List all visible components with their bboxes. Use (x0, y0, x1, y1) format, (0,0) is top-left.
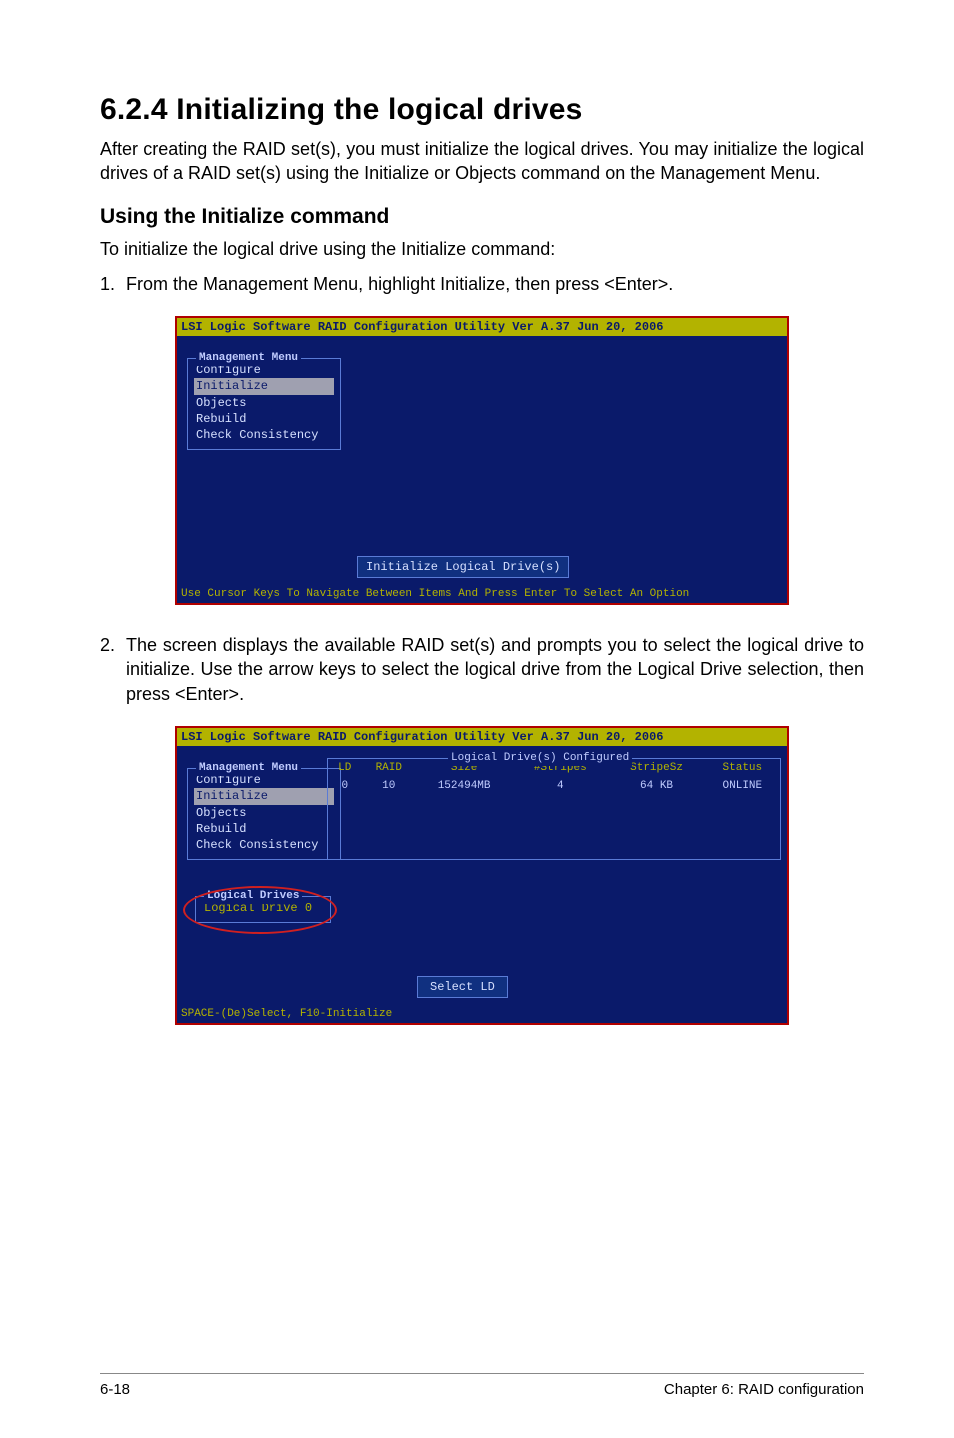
bios-screenshot-2: LSI Logic Software RAID Configuration Ut… (175, 726, 789, 1025)
bios2-td-stripes: 4 (512, 778, 608, 795)
bios2-td-status: ONLINE (705, 778, 780, 795)
bios2-item-check-consistency[interactable]: Check Consistency (194, 837, 334, 853)
bios1-item-objects[interactable]: Objects (194, 395, 334, 411)
bios2-table-legend: Logical Drive(s) Configured (448, 751, 632, 766)
step-1-number: 1. (100, 272, 126, 296)
bios1-management-menu: Management Menu Configure Initialize Obj… (187, 358, 341, 450)
bios2-td-ld: 0 (328, 778, 362, 795)
bios2-select-hint: Select LD (417, 976, 508, 998)
page-footer: 6-18 Chapter 6: RAID configuration (100, 1373, 864, 1400)
bios2-ld-table: Logical Drive(s) Configured LD RAID Size… (327, 758, 781, 860)
bios1-item-check-consistency[interactable]: Check Consistency (194, 427, 334, 443)
bios2-item-initialize[interactable]: Initialize (194, 788, 334, 804)
bios1-item-initialize[interactable]: Initialize (194, 378, 334, 394)
bios2-th-status: Status (705, 759, 780, 778)
bios2-td-stripesz: 64 KB (608, 778, 704, 795)
step-2-number: 2. (100, 633, 126, 706)
bios-screenshot-1: LSI Logic Software RAID Configuration Ut… (175, 316, 789, 605)
bios2-table-row[interactable]: 0 10 152494MB 4 64 KB ONLINE (328, 778, 780, 795)
bios2-td-raid: 10 (362, 778, 416, 795)
bios1-hint: Initialize Logical Drive(s) (357, 556, 569, 578)
bios1-menu-legend: Management Menu (196, 351, 301, 366)
bios2-item-objects[interactable]: Objects (194, 805, 334, 821)
bios1-footer: Use Cursor Keys To Navigate Between Item… (177, 586, 787, 603)
bios2-menu-legend: Management Menu (196, 761, 301, 776)
bios1-title: LSI Logic Software RAID Configuration Ut… (177, 318, 787, 336)
bios1-item-rebuild[interactable]: Rebuild (194, 411, 334, 427)
instruction-line: To initialize the logical drive using th… (100, 237, 864, 261)
step-2: 2. The screen displays the available RAI… (100, 633, 864, 706)
step-1: 1. From the Management Menu, highlight I… (100, 272, 864, 296)
step-1-text: From the Management Menu, highlight Init… (126, 272, 864, 296)
bios2-ld-legend: Logical Drives (204, 889, 302, 904)
bios2-th-raid: RAID (362, 759, 416, 778)
bios2-item-rebuild[interactable]: Rebuild (194, 821, 334, 837)
page-number: 6-18 (100, 1380, 130, 1400)
bios2-title: LSI Logic Software RAID Configuration Ut… (177, 728, 787, 746)
bios2-footer: SPACE-(De)Select, F10-Initialize (177, 1006, 787, 1023)
bios2-logical-drives-panel: Logical Drives Logical Drive 0 (195, 896, 331, 923)
section-title: 6.2.4 Initializing the logical drives (100, 90, 864, 131)
section-intro: After creating the RAID set(s), you must… (100, 137, 864, 186)
bios2-th-ld: LD (328, 759, 362, 778)
chapter-label: Chapter 6: RAID configuration (664, 1380, 864, 1400)
bios2-td-size: 152494MB (416, 778, 512, 795)
step-2-text: The screen displays the available RAID s… (126, 633, 864, 706)
subheading: Using the Initialize command (100, 203, 864, 231)
bios2-management-menu: Management Menu Configure Initialize Obj… (187, 768, 341, 860)
